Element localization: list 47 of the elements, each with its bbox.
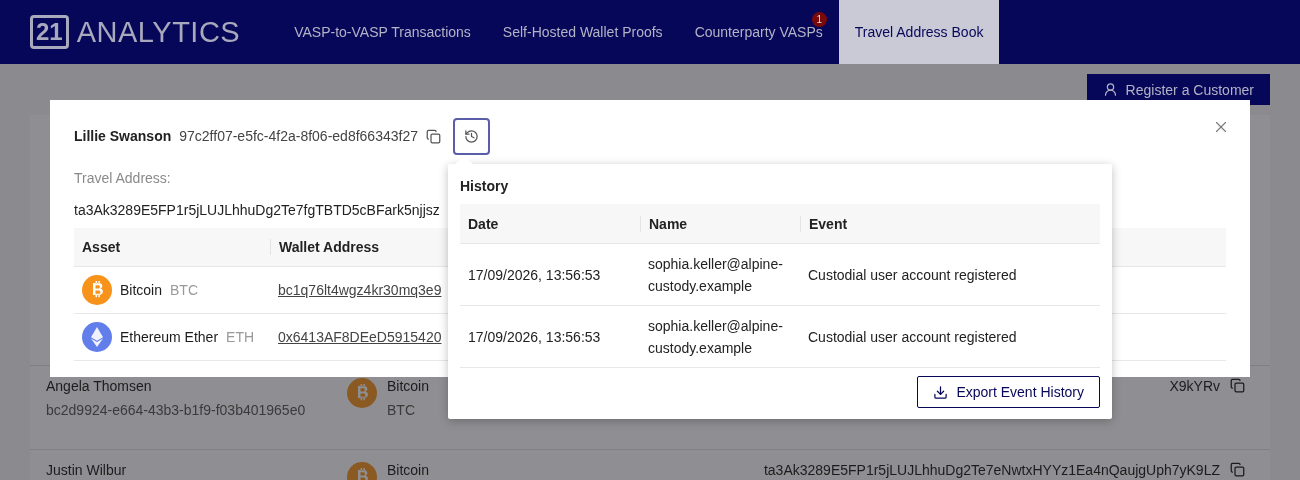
user-icon xyxy=(1102,82,1118,97)
copy-icon[interactable] xyxy=(1230,462,1245,477)
nav-tab[interactable]: Self-Hosted Wallet Proofs xyxy=(486,0,679,64)
copy-icon[interactable] xyxy=(425,128,441,144)
asset-name: Ethereum Ether xyxy=(120,329,219,345)
customer-name: Justin Wilbur xyxy=(46,462,128,478)
column-header: Date xyxy=(467,215,500,232)
asset-name: Bitcoin xyxy=(387,378,430,394)
table-cell-text: Custodial user account registered xyxy=(807,327,1018,347)
nav-tab[interactable]: Travel Address Book xyxy=(838,0,1000,64)
customer-id: 97c2ff07-e5fc-4f2a-8f06-ed8f66343f27 xyxy=(179,128,418,144)
notification-badge: 1 xyxy=(811,12,827,27)
export-history-button[interactable]: Export Event History xyxy=(917,376,1100,408)
history-icon xyxy=(463,128,479,144)
travel-address-label: Travel Address: xyxy=(74,170,172,186)
travel-address: ta3Ak3289E5FP1r5jLUJLhhuDg2Te7eNwtxHYYz1Ea4nQaujgUph7yK9LZ xyxy=(763,462,1220,480)
column-header: Asset xyxy=(81,239,122,255)
nav-tab[interactable]: VASP-to-VASP Transactions xyxy=(278,0,487,64)
customer-name: Angela Thomsen xyxy=(46,378,153,394)
nav-tab[interactable]: Counterparty VASPs 1 xyxy=(678,0,839,64)
column-header: Event xyxy=(800,215,1100,232)
logo-text: ANALYTICS xyxy=(76,15,241,49)
column-header: Name xyxy=(640,215,800,232)
bitcoin-icon xyxy=(82,275,112,305)
asset-symbol: BTC xyxy=(170,282,199,298)
history-button[interactable] xyxy=(452,117,490,155)
table-cell-text: Custodial user account registered xyxy=(807,265,1018,285)
ethereum-icon xyxy=(82,322,112,352)
table-cell-text: 17/09/2026, 13:56:53 xyxy=(467,265,602,285)
asset-symbol: ETH xyxy=(226,329,255,345)
table-cell-text: sophia.keller@alpine-custody.example xyxy=(647,254,784,296)
wallet-address-link[interactable]: 0x6413AF8DEeD5915420 xyxy=(270,329,442,345)
customer-id: bc2d9924-e664-43b3-b1f9-f03b401965e0 xyxy=(46,402,307,418)
table-cell-text: sophia.keller@alpine-custody.example xyxy=(647,316,784,358)
copy-icon[interactable] xyxy=(1230,378,1245,393)
popover-title: History xyxy=(460,178,510,194)
travel-address: X9kYRv xyxy=(1169,378,1220,396)
asset-name: Bitcoin xyxy=(387,462,430,478)
customer-name: Lillie Swanson xyxy=(74,128,172,144)
download-icon xyxy=(933,384,949,400)
asset-symbol: BTC xyxy=(387,402,416,418)
table-cell-text: 17/09/2026, 13:56:53 xyxy=(467,327,602,347)
logo-number: 21 xyxy=(30,15,69,49)
travel-address: ta3Ak3289E5FP1r5jLUJLhhuDg2Te7fgTBTD5cBFark5njjsz xyxy=(74,202,441,218)
asset-name: Bitcoin xyxy=(120,282,163,298)
wallet-address-link[interactable]: bc1q76lt4wgz4kr30mq3e9 xyxy=(270,282,442,298)
bitcoin-icon xyxy=(347,378,377,408)
